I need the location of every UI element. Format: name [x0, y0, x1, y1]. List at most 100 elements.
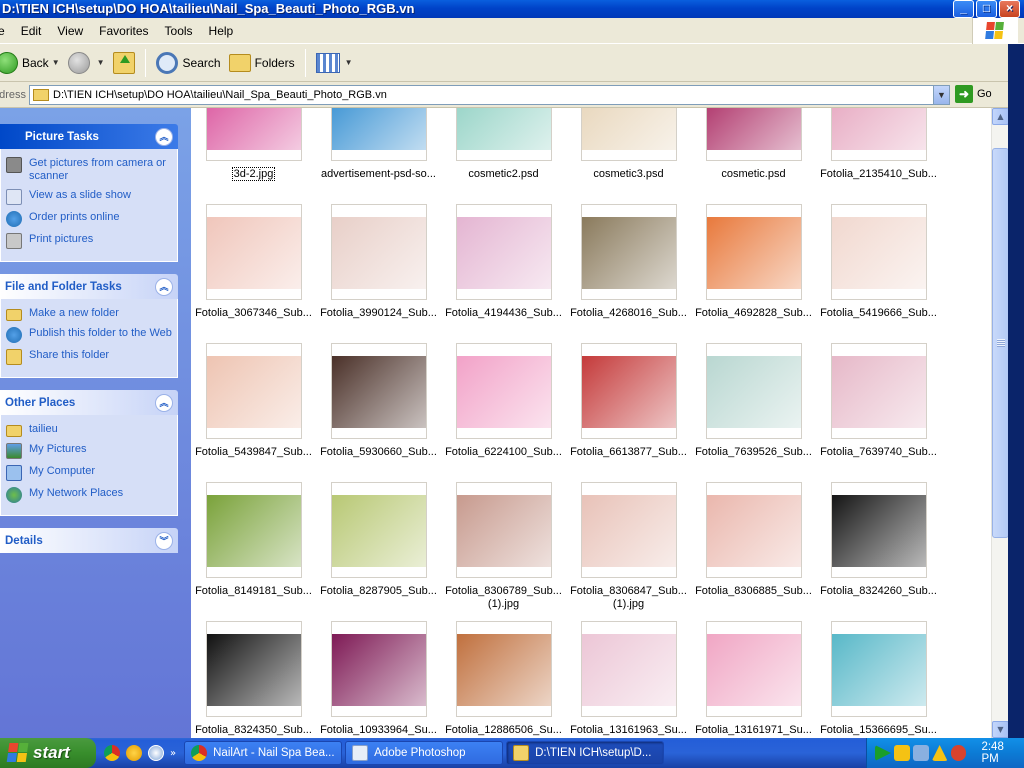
file-folder-tasks-header[interactable]: File and Folder Tasks ︽ [0, 274, 178, 299]
thumbnail-label[interactable]: Fotolia_3067346_Sub... [191, 307, 316, 320]
task-label[interactable]: Publish this folder to the Web [29, 327, 172, 340]
thumbnail-image[interactable] [706, 621, 802, 717]
menu-edit[interactable]: Edit [13, 19, 50, 43]
taskbar-button-explorer[interactable]: D:\TIEN ICH\setup\D... [506, 741, 665, 765]
collapse-chevron-icon[interactable]: ︽ [155, 127, 173, 146]
search-button[interactable]: Search [152, 48, 225, 78]
other-places-header[interactable]: Other Places ︽ [0, 390, 178, 415]
thumbnail-image[interactable] [581, 482, 677, 578]
views-dropdown-icon[interactable]: ▼ [345, 58, 353, 67]
thumbnail-label[interactable]: Fotolia_3990124_Sub... [316, 307, 441, 320]
place-tailieu[interactable]: tailieu [6, 423, 177, 437]
thumbnail-image[interactable] [331, 108, 427, 161]
network-tray-icon[interactable] [912, 745, 929, 761]
thumbnail-label[interactable]: Fotolia_7639526_Sub... [691, 446, 816, 459]
forward-dropdown-icon[interactable]: ▼ [97, 58, 105, 67]
thumbnail-image[interactable] [831, 343, 927, 439]
thumbnail-image[interactable] [831, 108, 927, 161]
thumbnail-image[interactable] [206, 621, 302, 717]
back-dropdown-icon[interactable]: ▼ [52, 58, 60, 67]
thumbnail-image[interactable] [456, 343, 552, 439]
picture-tasks-header[interactable]: Picture Tasks ︽ [0, 124, 178, 149]
thumbnail-image[interactable] [706, 108, 802, 161]
thumbnail-label[interactable]: Fotolia_15366695_Su... [816, 724, 941, 737]
media-player-icon[interactable] [148, 745, 164, 761]
thumbnail-image[interactable] [706, 204, 802, 300]
thumbnail-image[interactable] [706, 482, 802, 578]
collapse-chevron-icon[interactable]: ︽ [155, 277, 173, 296]
thumbnail-label[interactable]: Fotolia_5419666_Sub... [816, 307, 941, 320]
menu-view[interactable]: View [49, 19, 91, 43]
clock[interactable]: 2:48 PM [981, 741, 1024, 765]
chrome-icon[interactable] [104, 745, 120, 761]
task-label[interactable]: View as a slide show [29, 189, 131, 202]
place-my-pictures[interactable]: My Pictures [6, 443, 177, 459]
task-get-pictures[interactable]: Get pictures from camera or scanner [6, 157, 177, 183]
task-slide-show[interactable]: View as a slide show [6, 189, 177, 205]
thumbnail-label[interactable]: Fotolia_6224100_Sub... [441, 446, 566, 459]
window-title-bar[interactable]: D:\TIEN ICH\setup\DO HOA\tailieu\Nail_Sp… [0, 0, 1024, 18]
play-icon[interactable] [875, 745, 891, 761]
thumbnail-label[interactable]: Fotolia_7639740_Sub... [816, 446, 941, 459]
scroll-up-icon[interactable]: ▲ [992, 108, 1009, 125]
thumbnail-image[interactable] [706, 343, 802, 439]
thumbnail-label[interactable]: Fotolia_8306885_Sub... [691, 585, 816, 598]
thumbnail-label[interactable]: Fotolia_8324350_Sub... [191, 724, 316, 737]
thumbnail-label[interactable]: Fotolia_5930660_Sub... [316, 446, 441, 459]
thumbnail-image[interactable] [206, 108, 302, 161]
taskbar-button-chrome[interactable]: NailArt - Nail Spa Bea... [184, 741, 343, 765]
place-label[interactable]: My Pictures [29, 443, 86, 456]
task-new-folder[interactable]: Make a new folder [6, 307, 177, 321]
place-label[interactable]: My Computer [29, 465, 95, 478]
task-order-prints[interactable]: Order prints online [6, 211, 177, 227]
menu-tools[interactable]: Tools [157, 19, 201, 43]
thumbnail-image[interactable] [831, 482, 927, 578]
thumbnail-image[interactable] [206, 482, 302, 578]
thumbnail-image[interactable] [456, 108, 552, 161]
thumbnail-label[interactable]: Fotolia_6613877_Sub... [566, 446, 691, 459]
task-label[interactable]: Print pictures [29, 233, 93, 246]
thumbnail-label[interactable]: cosmetic3.psd [566, 168, 691, 181]
thumbnail-image[interactable] [331, 482, 427, 578]
warning-icon[interactable] [931, 745, 948, 761]
thumbnail-label[interactable]: Fotolia_4194436_Sub... [441, 307, 566, 320]
thumbnail-image[interactable] [581, 204, 677, 300]
taskbar-button-photoshop[interactable]: Adobe Photoshop [345, 741, 504, 765]
task-label[interactable]: Get pictures from camera or scanner [29, 157, 177, 183]
thumbnail-label[interactable]: Fotolia_13161963_Su... [566, 724, 691, 737]
thumbnail-label[interactable]: Fotolia_8324260_Sub... [816, 585, 941, 598]
thumbnail-label[interactable]: advertisement-psd-so... [316, 168, 441, 181]
address-value[interactable]: D:\TIEN ICH\setup\DO HOA\tailieu\Nail_Sp… [53, 89, 933, 101]
thumbnail-label[interactable]: cosmetic.psd [691, 168, 816, 181]
thumbnail-label[interactable]: Fotolia_8306847_Sub... (1).jpg [566, 585, 691, 611]
place-label[interactable]: tailieu [29, 423, 58, 436]
vertical-scrollbar[interactable]: ▲ ▼ [991, 108, 1009, 738]
thumbnail-label[interactable]: Fotolia_5439847_Sub... [191, 446, 316, 459]
thumbnail-label[interactable]: Fotolia_4268016_Sub... [566, 307, 691, 320]
thumbnail-image[interactable] [456, 204, 552, 300]
views-button[interactable]: ▼ [312, 48, 357, 78]
details-header[interactable]: Details ︾ [0, 528, 178, 553]
thumbnail-label[interactable]: 3d-2.jpg [191, 167, 316, 181]
thumbnail-label[interactable]: Fotolia_8306789_Sub... (1).jpg [441, 585, 566, 611]
place-my-computer[interactable]: My Computer [6, 465, 177, 481]
menu-favorites[interactable]: Favorites [91, 19, 156, 43]
thumbnail-image[interactable] [331, 343, 427, 439]
thumbnail-image[interactable] [331, 621, 427, 717]
thumbnail-image[interactable] [831, 621, 927, 717]
go-button[interactable]: ➜ Go [955, 85, 992, 103]
thumbnail-image[interactable] [831, 204, 927, 300]
more-chevron-icon[interactable]: » [170, 748, 176, 759]
thumbnail-label[interactable]: Fotolia_8149181_Sub... [191, 585, 316, 598]
task-publish-web[interactable]: Publish this folder to the Web [6, 327, 177, 343]
forward-button[interactable]: ▼ [64, 48, 109, 78]
task-share-folder[interactable]: Share this folder [6, 349, 177, 365]
thumbnail-image[interactable] [581, 343, 677, 439]
place-network[interactable]: My Network Places [6, 487, 177, 503]
address-dropdown-icon[interactable]: ▼ [933, 86, 949, 104]
thumbnail-label[interactable]: Fotolia_12886506_Su... [441, 724, 566, 737]
thumbnail-image[interactable] [206, 343, 302, 439]
task-print-pictures[interactable]: Print pictures [6, 233, 177, 249]
menu-help[interactable]: Help [201, 19, 242, 43]
up-folder-button[interactable] [109, 48, 139, 78]
